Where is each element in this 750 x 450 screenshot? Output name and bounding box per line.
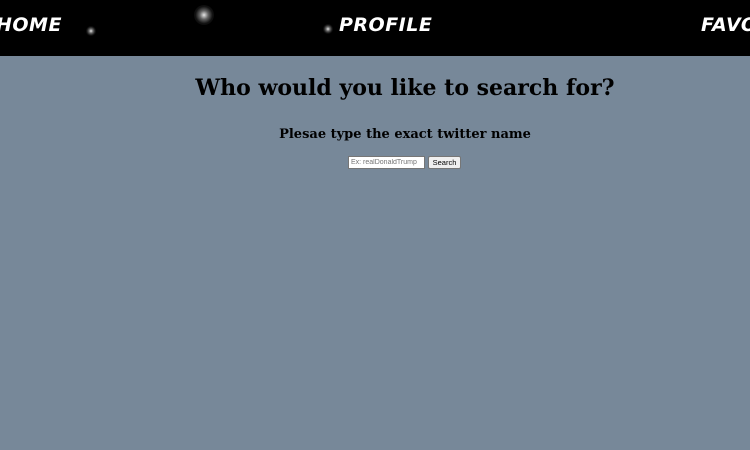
sparkle-decoration xyxy=(86,26,96,36)
page-title: Who would you like to search for? xyxy=(195,75,615,101)
search-instructions: Plesae type the exact twitter name xyxy=(279,127,531,142)
search-input[interactable] xyxy=(348,156,425,169)
nav-profile-link[interactable]: Profile xyxy=(339,13,432,37)
sparkle-decoration xyxy=(194,5,214,25)
top-navbar: Home Profile Favou xyxy=(0,0,750,56)
nav-home-link[interactable]: Home xyxy=(0,13,62,37)
search-button[interactable]: Search xyxy=(428,156,461,169)
nav-favourites-link[interactable]: Favou xyxy=(701,13,750,37)
sparkle-decoration xyxy=(323,24,333,34)
